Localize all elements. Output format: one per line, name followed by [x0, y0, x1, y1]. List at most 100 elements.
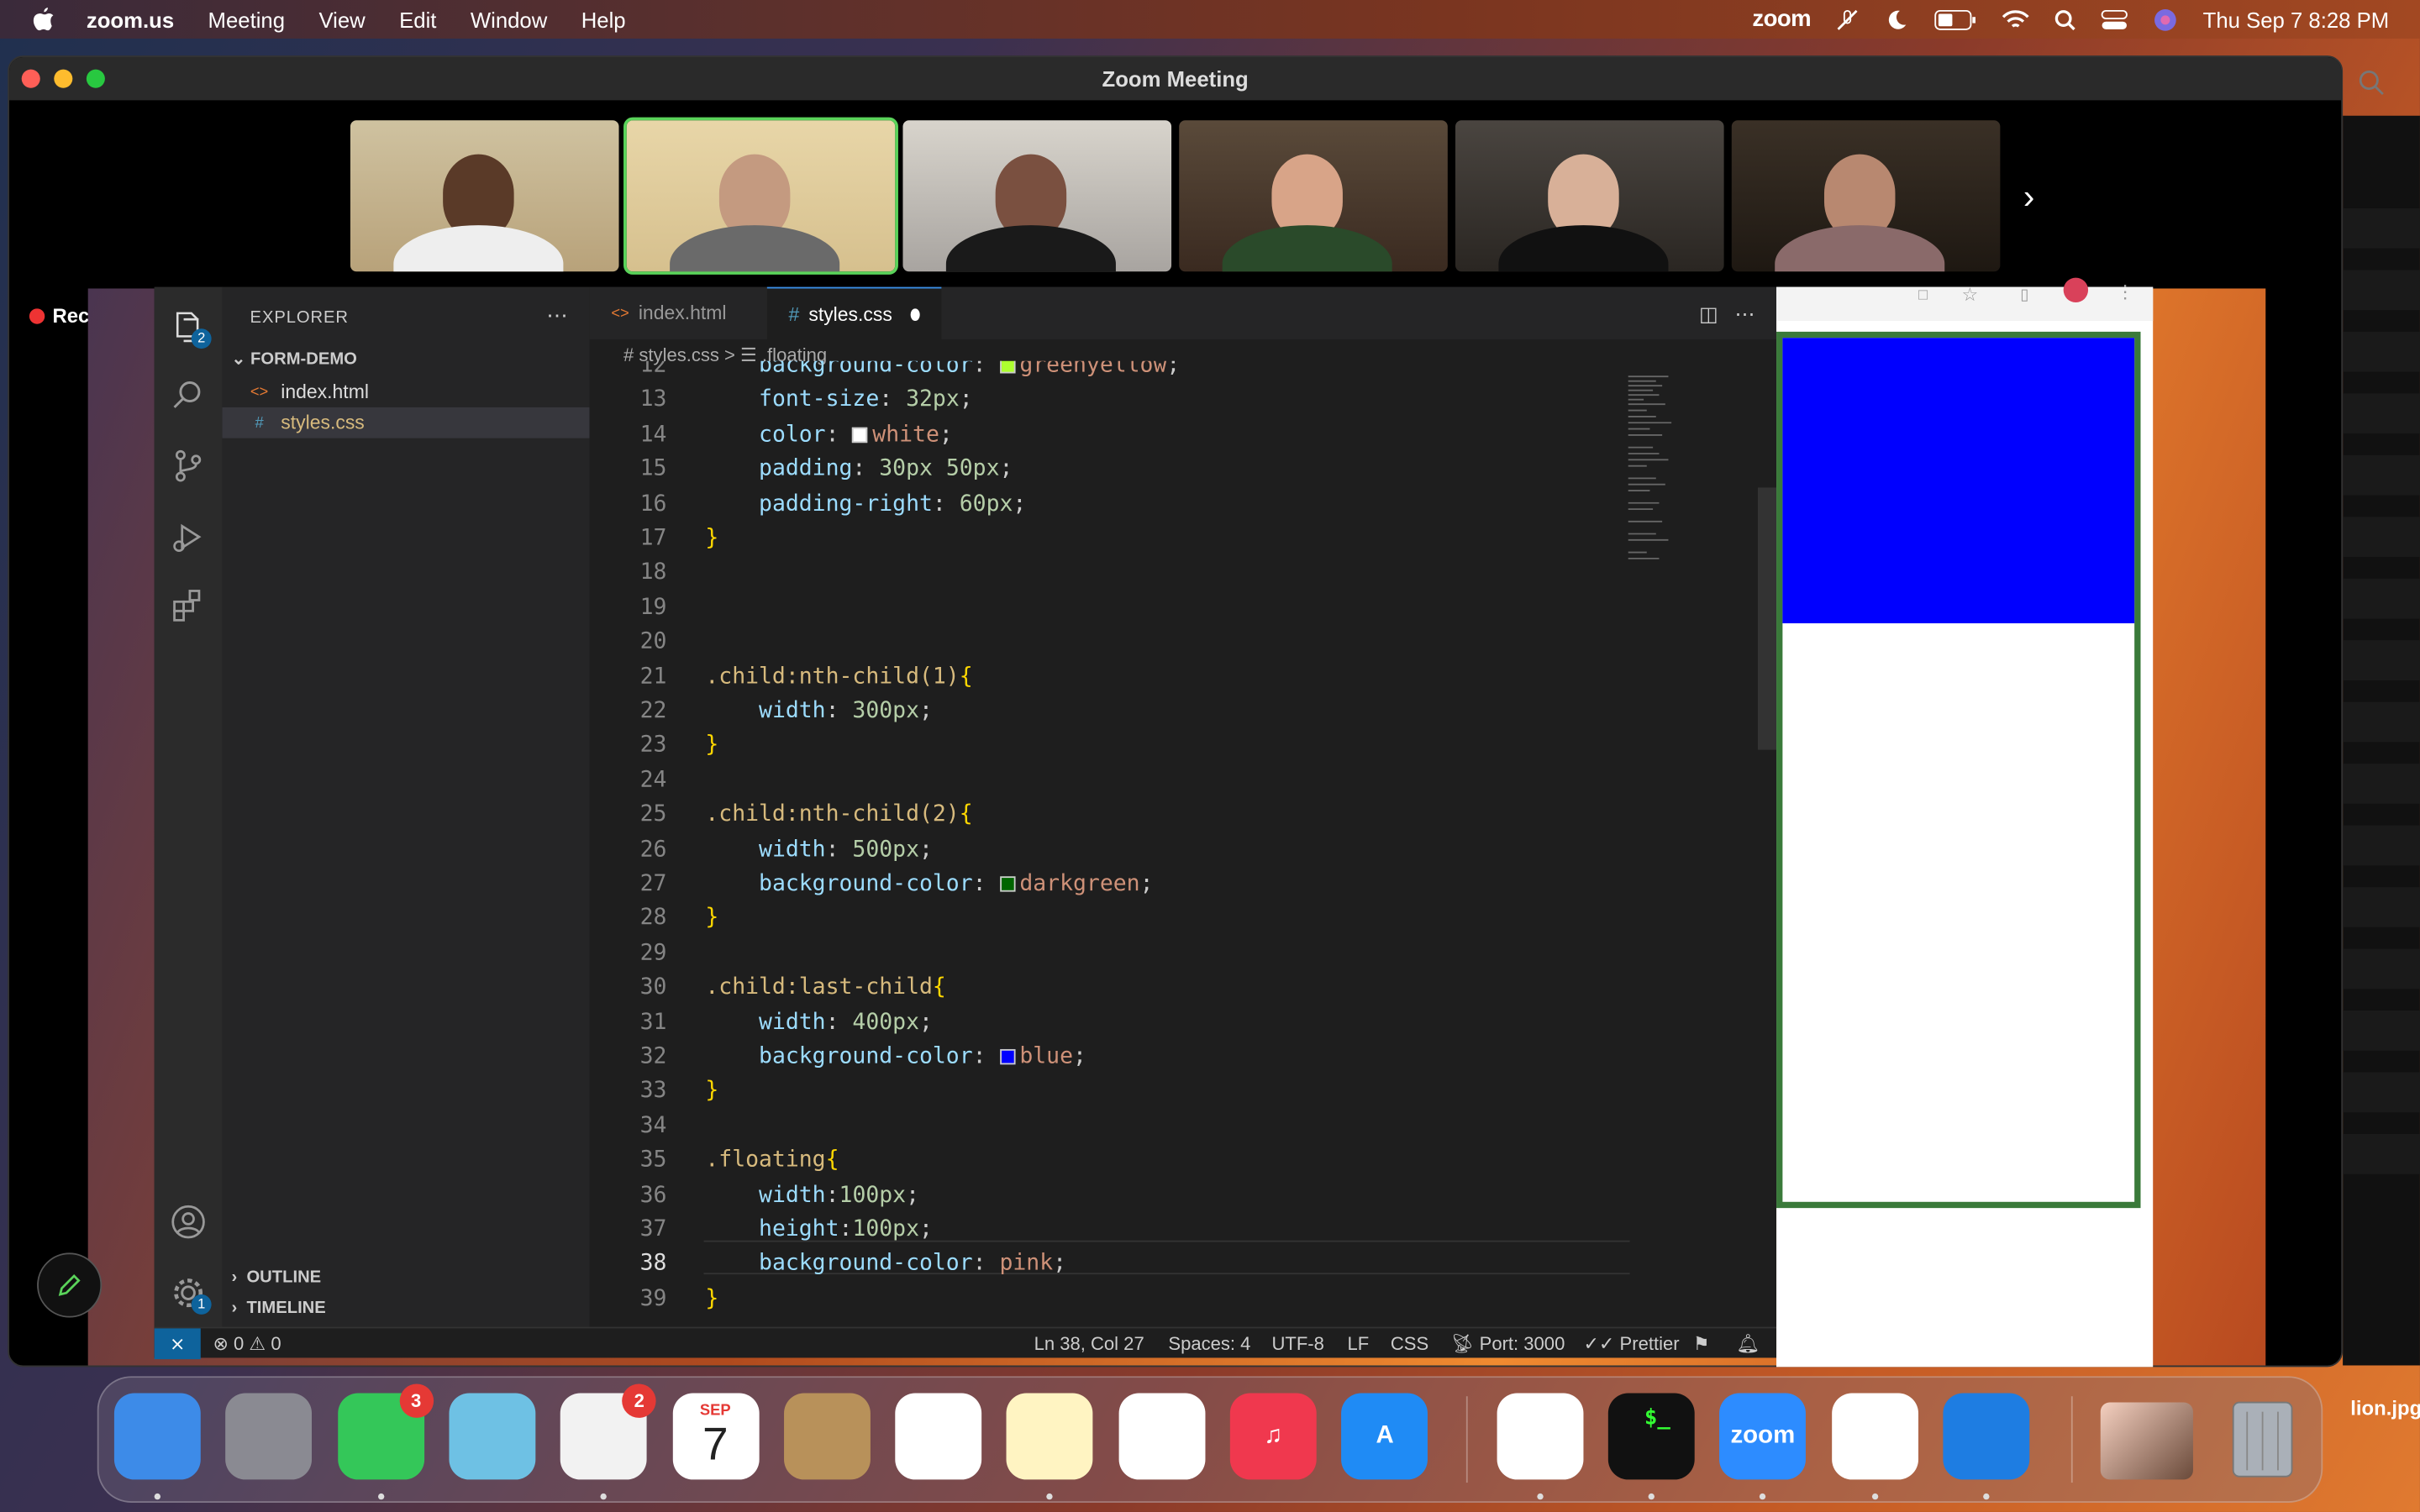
participant-video[interactable]	[1731, 120, 2001, 272]
dock-contacts-icon[interactable]	[783, 1393, 871, 1480]
editor-scrollbar[interactable]	[1758, 487, 1777, 750]
sidepanel-icon[interactable]: ▯	[2020, 287, 2028, 304]
code-line[interactable]: 36 width:100px;	[590, 1178, 1776, 1211]
cursor-position[interactable]: Ln 38, Col 27	[1034, 1333, 1144, 1355]
code-line[interactable]: 26 width: 500px;	[590, 832, 1776, 866]
code-line[interactable]: 16 padding-right: 60px;	[590, 487, 1776, 521]
code-line[interactable]: 39}	[590, 1282, 1776, 1315]
battery-icon[interactable]	[1934, 8, 1977, 30]
outline-section[interactable]: › OUTLINE	[232, 1268, 322, 1287]
code-line[interactable]: 29	[590, 937, 1776, 970]
account-icon[interactable]	[170, 1204, 207, 1241]
problems-indicator[interactable]: ⊗ 0 ⚠ 0	[213, 1333, 281, 1355]
code-line[interactable]: 38 background-color: pink;	[590, 1247, 1776, 1281]
dock-maps-icon[interactable]	[449, 1393, 536, 1480]
zoom-button[interactable]	[86, 69, 105, 88]
code-line[interactable]: 18	[590, 556, 1776, 590]
run-debug-icon[interactable]	[170, 518, 207, 555]
participant-video[interactable]	[1455, 120, 1724, 272]
notifications-bell-icon[interactable]: 🔔︎	[1736, 1333, 1760, 1355]
dock-photos-icon[interactable]: 2	[560, 1383, 656, 1480]
extensions-icon[interactable]	[170, 586, 207, 623]
close-button[interactable]	[21, 69, 40, 88]
live-server-port[interactable]: 📡︎ Port: 3000	[1450, 1333, 1565, 1355]
code-line[interactable]: 31 width: 400px;	[590, 1005, 1776, 1039]
code-line[interactable]: 32 background-color: blue;	[590, 1040, 1776, 1074]
control-center-icon[interactable]	[2101, 8, 2128, 30]
feedback-icon[interactable]: ⚑	[1693, 1333, 1710, 1355]
mic-muted-icon[interactable]	[1835, 7, 1860, 31]
dock-safari-icon[interactable]	[1943, 1393, 2029, 1480]
code-line[interactable]: 37 height:100px;	[590, 1213, 1776, 1247]
encoding-setting[interactable]: UTF-8	[1271, 1333, 1323, 1355]
folder-form-demo[interactable]: ⌄ FORM-DEMO	[232, 349, 357, 369]
annotate-button[interactable]	[37, 1252, 103, 1318]
siri-icon[interactable]	[2154, 7, 2178, 31]
participant-video[interactable]	[350, 120, 619, 272]
code-line[interactable]: 35 .floating{	[590, 1143, 1776, 1177]
code-line[interactable]: 15 padding: 30px 50px;	[590, 452, 1776, 486]
menu-window[interactable]: Window	[471, 7, 547, 31]
dock-stack-photo[interactable]	[2100, 1402, 2193, 1480]
minimap[interactable]	[1625, 373, 1686, 574]
profile-avatar[interactable]	[2063, 277, 2089, 302]
code-line[interactable]: 28}	[590, 901, 1776, 935]
file-styles-css[interactable]: # styles.css	[222, 407, 590, 438]
more-actions-icon[interactable]: ⋯	[1734, 302, 1754, 326]
code-line[interactable]: 34	[590, 1109, 1776, 1142]
language-mode[interactable]: CSS	[1391, 1333, 1428, 1355]
dock-reminders-icon[interactable]	[895, 1393, 982, 1480]
tab-index-html[interactable]: <> index.html	[590, 287, 765, 339]
source-control-icon[interactable]	[170, 448, 207, 485]
file-index-html[interactable]: <> index.html	[222, 376, 589, 407]
code-line[interactable]: 24	[590, 764, 1776, 797]
desktop-file-label[interactable]: lion.jpg	[2350, 1396, 2420, 1420]
dock-zoom-icon[interactable]: zoom	[1719, 1393, 1807, 1480]
code-line[interactable]: 30 .child:last-child{	[590, 971, 1776, 1005]
more-actions-icon[interactable]: ⋯	[546, 302, 568, 328]
trash-icon[interactable]	[2219, 1394, 2306, 1480]
code-line[interactable]: 20	[590, 625, 1776, 659]
wifi-icon[interactable]	[2002, 8, 2030, 30]
code-line[interactable]: 12 background-color: greenyellow;	[590, 360, 1776, 383]
code-line[interactable]: 21 .child:nth-child(1){	[590, 659, 1776, 693]
code-line[interactable]: 17}	[590, 522, 1776, 555]
code-line[interactable]: 33}	[590, 1074, 1776, 1108]
dock-notes-icon[interactable]	[1007, 1393, 1094, 1480]
dock-calendar-icon[interactable]: SEP 7	[671, 1393, 759, 1480]
chevron-right-icon[interactable]: ›	[2023, 177, 2034, 218]
bookmark-star-icon[interactable]: ☆	[1961, 284, 1978, 306]
eol-setting[interactable]: LF	[1347, 1333, 1369, 1355]
menu-view[interactable]: View	[318, 7, 365, 31]
code-line[interactable]: 27 background-color: darkgreen;	[590, 867, 1776, 900]
code-line[interactable]: 13 font-size: 32px;	[590, 383, 1776, 417]
menu-clock[interactable]: Thu Sep 7 8:28 PM	[2203, 7, 2390, 31]
tab-styles-css[interactable]: # styles.css	[766, 286, 942, 340]
code-line[interactable]: 14 color: white;	[590, 417, 1776, 451]
code-editor[interactable]: 12 background-color: greenyellow; 13 font…	[590, 360, 1776, 1327]
participant-video-active-speaker[interactable]	[623, 117, 898, 275]
dock-vscode-icon[interactable]	[1831, 1393, 1918, 1480]
participant-video[interactable]	[902, 120, 1172, 272]
code-line[interactable]: 23}	[590, 729, 1776, 763]
unsaved-dot-icon[interactable]	[910, 307, 920, 321]
dock-music-icon[interactable]: ♫	[1229, 1393, 1317, 1480]
timeline-section[interactable]: › TIMELINE	[232, 1299, 326, 1318]
dock-finder-icon[interactable]	[113, 1393, 201, 1480]
zoom-status-item[interactable]: zoom	[1752, 6, 1811, 32]
minimize-button[interactable]	[54, 69, 73, 88]
dock-launchpad-icon[interactable]	[225, 1393, 313, 1480]
menu-kebab-icon[interactable]: ⋮	[2116, 281, 2134, 302]
indent-setting[interactable]: Spaces: 4	[1168, 1333, 1250, 1355]
menu-help[interactable]: Help	[581, 7, 626, 31]
share-icon[interactable]: □	[1918, 287, 1928, 304]
moon-icon[interactable]	[1885, 7, 1909, 31]
dock-messages-icon[interactable]: 3	[337, 1383, 434, 1480]
split-editor-icon[interactable]: ◫	[1699, 302, 1718, 326]
dock-terminal-icon[interactable]: $_	[1607, 1393, 1695, 1480]
search-icon[interactable]	[2358, 70, 2386, 97]
menu-app-name[interactable]: zoom.us	[87, 7, 174, 31]
code-line[interactable]: 19	[590, 591, 1776, 624]
participant-video[interactable]	[1179, 120, 1448, 272]
apple-icon[interactable]	[31, 5, 55, 33]
